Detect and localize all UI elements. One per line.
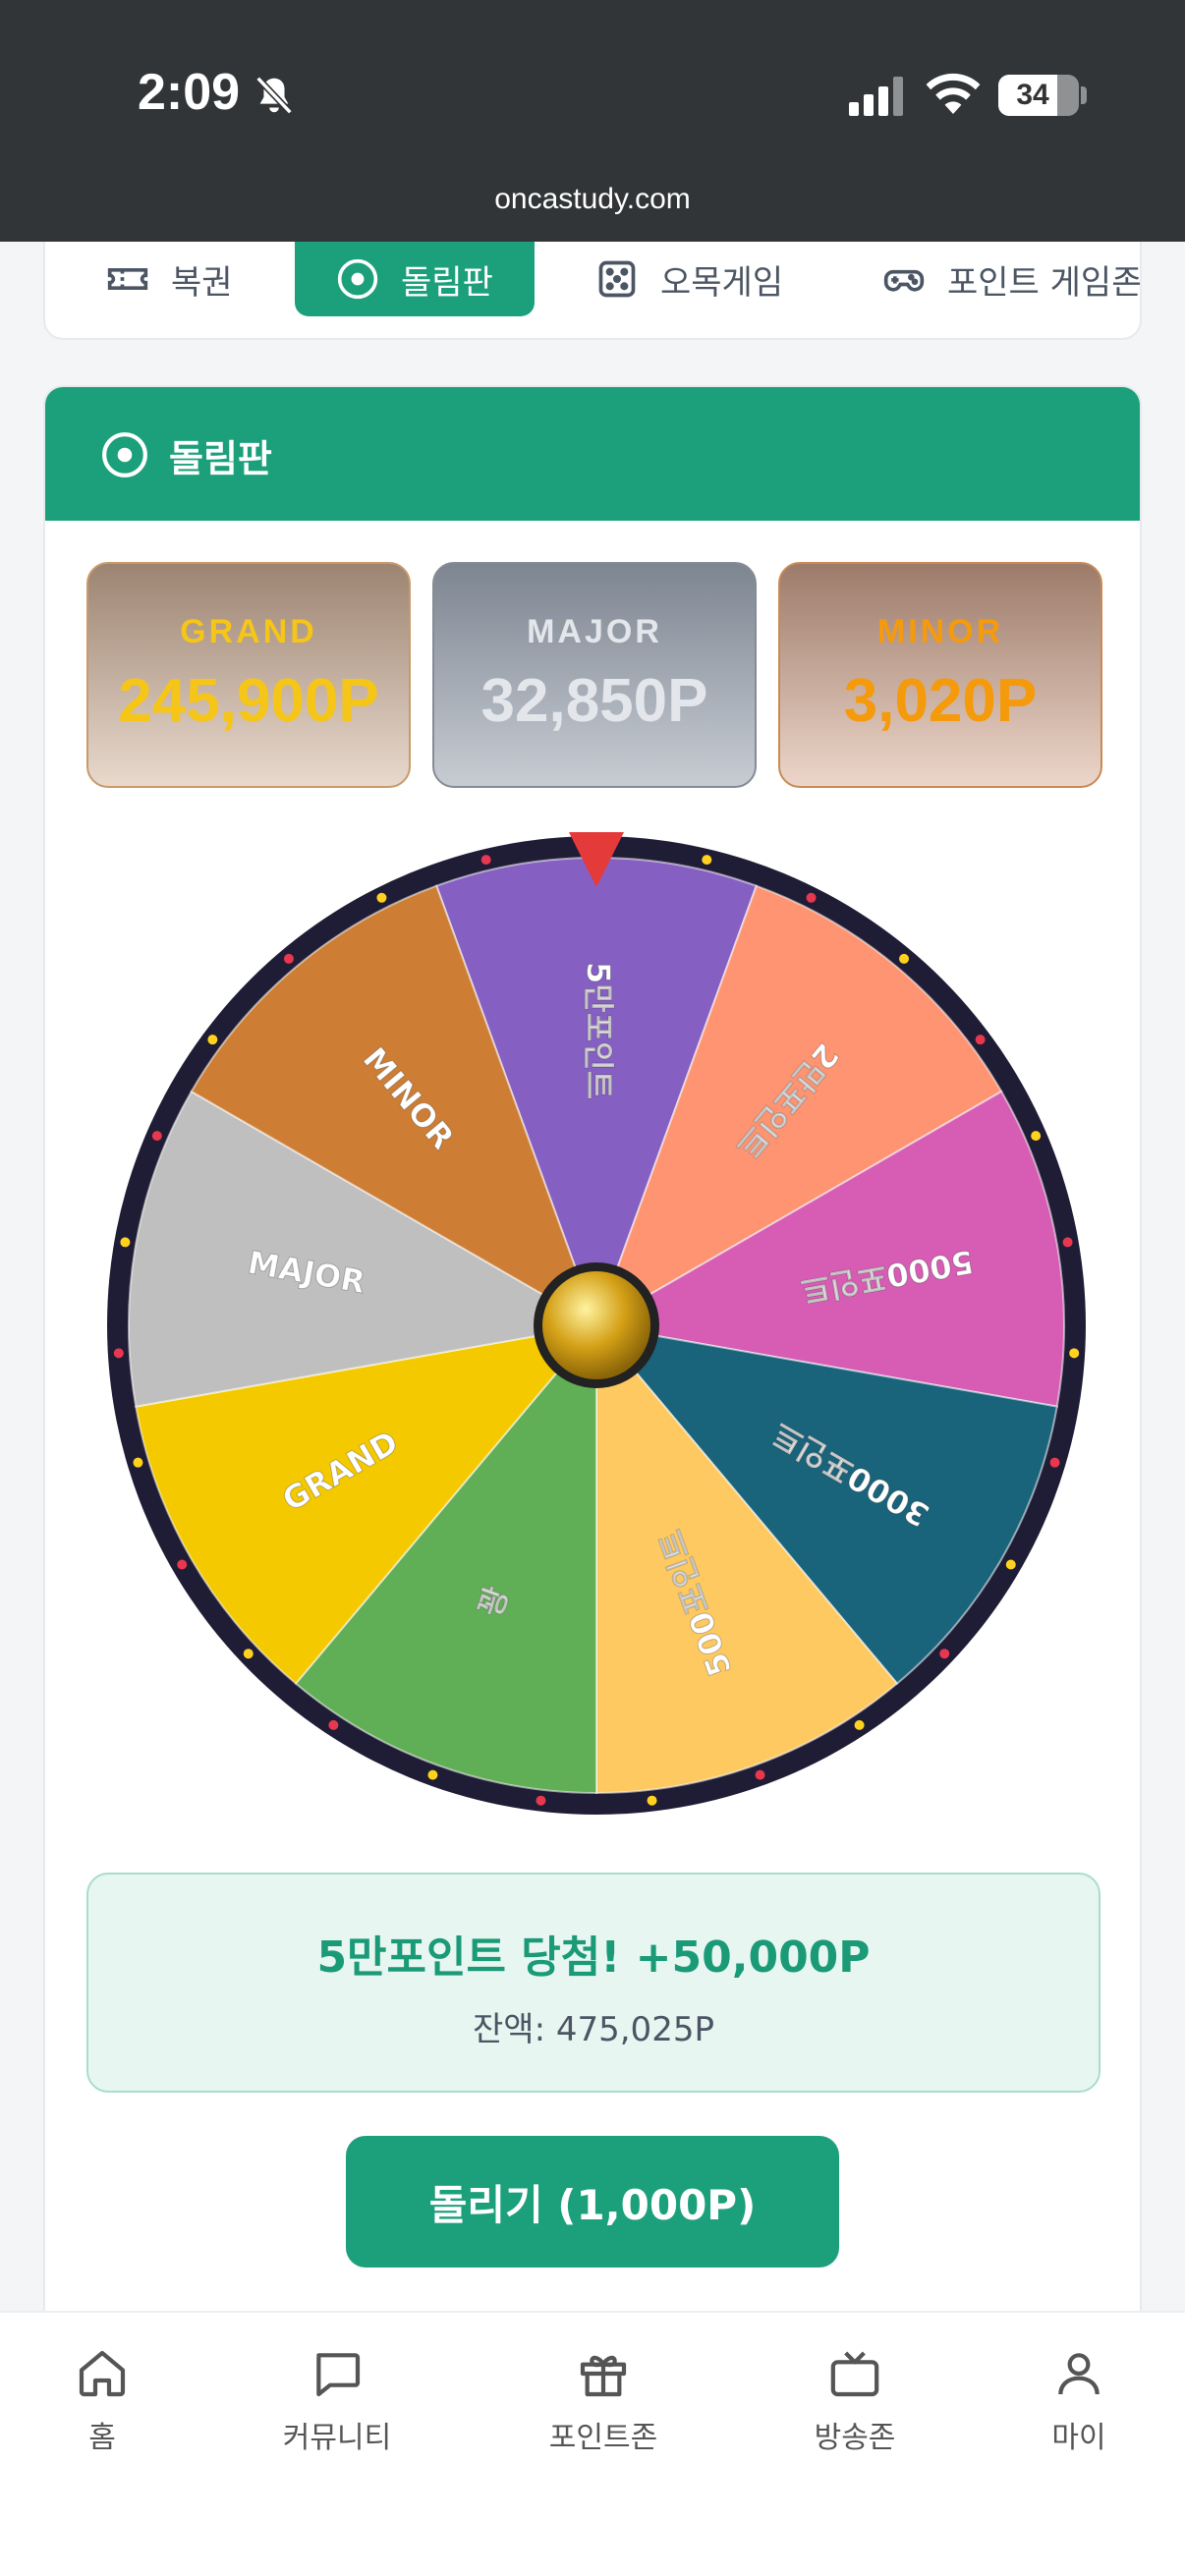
- tab-omok[interactable]: 오목게임: [595, 242, 783, 316]
- nav-label: 마이: [1051, 2421, 1106, 2455]
- result-message: 5만포인트 당첨! +50,000P: [316, 1932, 871, 1983]
- jackpot-minor: MINOR 3,020P: [778, 562, 1102, 788]
- jackpot-label: MAJOR: [527, 613, 662, 650]
- wifi-icon: [926, 73, 981, 114]
- jackpot-label: MINOR: [876, 613, 1004, 650]
- jackpot-value: 32,850P: [480, 667, 708, 735]
- tab-label: 오목게임: [660, 262, 784, 303]
- game-tabs: 복권 돌림판 오목게임 포인트 게임존: [43, 242, 1142, 340]
- nav-label: 포인트존: [548, 2421, 658, 2455]
- rim-dot: [755, 1769, 765, 1780]
- tab-roulette[interactable]: 돌림판: [295, 242, 535, 316]
- rim-dot: [702, 855, 712, 866]
- jackpot-value: 245,900P: [118, 667, 379, 735]
- rim-dot: [283, 953, 294, 964]
- tab-label: 포인트 게임존: [947, 262, 1142, 303]
- signal-icon: [849, 77, 903, 116]
- battery-icon: 34: [998, 75, 1079, 116]
- rim-dot: [1005, 1559, 1016, 1570]
- rim-dot: [376, 892, 387, 903]
- rim-dot: [1049, 1457, 1060, 1468]
- card-header: 돌림판: [45, 387, 1140, 521]
- tab-label: 복권: [171, 262, 233, 303]
- rim-dot: [1062, 1237, 1073, 1248]
- rim-dot: [328, 1719, 339, 1730]
- gift-icon: [580, 2355, 627, 2397]
- rim-dot: [939, 1649, 950, 1659]
- tv-icon: [830, 2351, 879, 2397]
- nav-label: 홈: [88, 2421, 116, 2455]
- nav-broadcast-zone[interactable]: 방송존: [757, 2346, 953, 2456]
- wheel-hub: [542, 1271, 650, 1379]
- target-icon: [102, 432, 147, 477]
- result-box: 5만포인트 당첨! +50,000P 잔액: 475,025P: [86, 1873, 1100, 2093]
- jackpot-value: 3,020P: [843, 667, 1038, 735]
- rim-dot: [151, 1131, 162, 1142]
- balance-text: 잔액: 475,025P: [473, 2010, 714, 2049]
- nav-community[interactable]: 커뮤니티: [239, 2346, 435, 2456]
- roulette-card: 돌림판 GRAND 245,900P MAJOR 32,850P MINOR 3…: [43, 385, 1142, 2350]
- target-icon: [337, 258, 378, 300]
- rim-dot: [113, 1348, 124, 1359]
- nav-label: 커뮤니티: [282, 2421, 392, 2455]
- rim-dot: [480, 855, 491, 866]
- rim-dot: [854, 1719, 865, 1730]
- tab-label: 돌림판: [401, 262, 493, 303]
- rim-dot: [120, 1237, 131, 1248]
- nav-home[interactable]: 홈: [4, 2346, 200, 2456]
- rim-dot: [207, 1035, 218, 1045]
- dice-icon: [598, 260, 636, 298]
- rim-dot: [899, 953, 910, 964]
- card-title: 돌림판: [169, 437, 272, 480]
- rim-dot: [806, 892, 817, 903]
- chat-icon: [316, 2353, 361, 2397]
- rim-dot: [1069, 1348, 1080, 1359]
- status-time: 2:09: [138, 64, 241, 121]
- tab-point-game-zone[interactable]: 포인트 게임존: [882, 242, 1142, 316]
- rim-dot: [647, 1795, 657, 1806]
- jackpot-label: GRAND: [180, 613, 317, 650]
- spin-button[interactable]: 돌리기 (1,000P): [346, 2136, 839, 2268]
- status-bar: 2:09 34 oncastudy.com: [0, 0, 1185, 242]
- user-icon: [1058, 2353, 1100, 2395]
- rim-dot: [177, 1559, 188, 1570]
- jackpot-major: MAJOR 32,850P: [432, 562, 757, 788]
- gamepad-icon: [883, 269, 925, 292]
- bell-muted-icon: [255, 76, 293, 115]
- nav-label: 방송존: [814, 2421, 896, 2455]
- home-icon: [79, 2350, 126, 2397]
- nav-point-zone[interactable]: 포인트존: [505, 2346, 702, 2456]
- jackpot-grand: GRAND 245,900P: [86, 562, 411, 788]
- url-bar[interactable]: oncastudy.com: [0, 183, 1185, 216]
- ticket-icon: [107, 268, 148, 290]
- wheel-segment-label: 5만포인트: [580, 962, 617, 1099]
- rim-dot: [536, 1795, 546, 1806]
- rim-dot: [975, 1035, 986, 1045]
- rim-dot: [427, 1769, 438, 1780]
- roulette-wheel[interactable]: 5만포인트2만포인트5000포인트3000포인트500포인트꽝GRANDMAJO…: [100, 829, 1093, 1821]
- battery-level: 34: [1016, 79, 1049, 111]
- bottom-nav: 홈 커뮤니티 포인트존 방송존 마이: [0, 2311, 1185, 2576]
- nav-my[interactable]: 마이: [981, 2346, 1177, 2456]
- tab-lottery[interactable]: 복권: [106, 242, 233, 316]
- rim-dot: [1031, 1131, 1042, 1142]
- rim-dot: [243, 1649, 254, 1659]
- rim-dot: [133, 1457, 143, 1468]
